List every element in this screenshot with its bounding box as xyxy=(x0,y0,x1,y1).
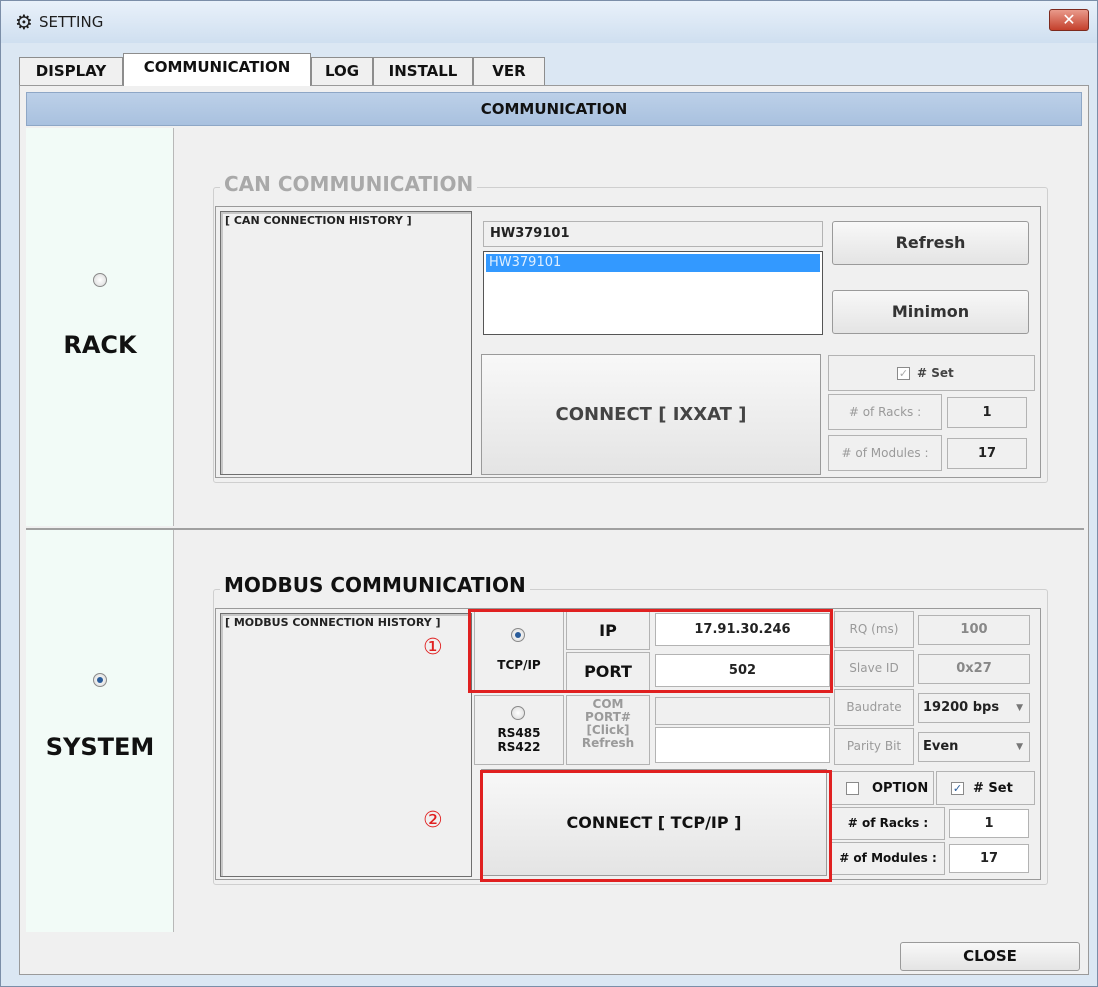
annotation-label-2: ② xyxy=(423,808,443,833)
baudrate-select[interactable]: 19200 bps ▼ xyxy=(918,693,1030,723)
can-history-list[interactable]: [ CAN CONNECTION HISTORY ] xyxy=(220,211,472,475)
can-device-list[interactable]: HW379101 xyxy=(483,251,823,335)
modbus-group-title: MODBUS COMMUNICATION xyxy=(220,573,530,597)
can-group-title: CAN COMMUNICATION xyxy=(220,172,478,196)
system-radio[interactable] xyxy=(93,673,107,687)
rs-radio[interactable] xyxy=(511,706,525,720)
com-port-refresh-cell[interactable]: COM PORT# [Click] Refresh xyxy=(566,695,650,765)
baudrate-value: 19200 bps xyxy=(923,700,1000,715)
option-label: OPTION xyxy=(872,781,929,796)
com-refresh-label: Refresh xyxy=(581,736,635,750)
rack-label: RACK xyxy=(63,331,137,359)
modbus-set-label: # Set xyxy=(973,781,1013,796)
modbus-racks-label: # of Racks : xyxy=(831,807,945,840)
setting-window: ⚙ SETTING ✕ DISPLAY COMMUNICATION LOG IN… xyxy=(0,0,1098,987)
window-close-button[interactable]: ✕ xyxy=(1049,9,1089,31)
connect-ixxat-button[interactable]: CONNECT [ IXXAT ] xyxy=(481,354,821,475)
baudrate-label: Baudrate xyxy=(834,689,914,726)
can-modules-value: 17 xyxy=(947,438,1027,469)
section-divider xyxy=(26,528,1084,530)
com-label: COM xyxy=(592,697,624,711)
chevron-down-icon: ▼ xyxy=(1016,703,1023,713)
slave-id-label: Slave ID xyxy=(834,650,914,687)
slave-id-value: 0x27 xyxy=(918,654,1030,684)
parity-select[interactable]: Even ▼ xyxy=(918,732,1030,762)
chevron-down-icon: ▼ xyxy=(1016,742,1023,752)
gear-icon: ⚙ xyxy=(15,10,33,34)
option-cell: OPTION xyxy=(831,771,934,805)
can-racks-label: # of Racks : xyxy=(828,394,942,430)
rq-value: 100 xyxy=(918,615,1030,645)
tab-log[interactable]: LOG xyxy=(311,57,373,85)
minimon-button[interactable]: Minimon xyxy=(832,290,1029,334)
com-port-input[interactable] xyxy=(655,727,830,763)
annotation-box-2 xyxy=(480,770,832,882)
system-selector-column: SYSTEM xyxy=(26,530,174,932)
window-title: SETTING xyxy=(39,13,104,31)
can-set-checkbox[interactable]: ✓ xyxy=(897,367,910,380)
modbus-racks-input[interactable]: 1 xyxy=(949,809,1029,838)
modbus-modules-input[interactable]: 17 xyxy=(949,844,1029,873)
rack-radio[interactable] xyxy=(93,273,107,287)
can-set-cell: ✓ # Set xyxy=(828,355,1035,391)
title-bar: ⚙ SETTING ✕ xyxy=(1,1,1097,43)
refresh-button[interactable]: Refresh xyxy=(832,221,1029,265)
option-checkbox[interactable] xyxy=(846,782,859,795)
parity-value: Even xyxy=(923,739,959,754)
close-button[interactable]: CLOSE xyxy=(900,942,1080,971)
annotation-label-1: ① xyxy=(423,635,443,660)
can-modules-label: # of Modules : xyxy=(828,435,942,471)
modbus-set-cell: ✓ # Set xyxy=(936,771,1035,805)
can-device-field: HW379101 xyxy=(483,221,823,247)
annotation-box-1 xyxy=(468,609,833,693)
tab-ver[interactable]: VER xyxy=(473,57,545,85)
rs422-label: RS422 xyxy=(497,740,541,754)
modbus-set-checkbox[interactable]: ✓ xyxy=(951,782,964,795)
rs485-label: RS485 xyxy=(497,726,541,740)
com-port-select[interactable] xyxy=(655,697,830,725)
can-set-label: # Set xyxy=(917,366,954,380)
can-device-list-item[interactable]: HW379101 xyxy=(486,254,820,272)
rack-selector-column: RACK xyxy=(26,128,174,526)
can-panel: [ CAN CONNECTION HISTORY ] HW379101 HW37… xyxy=(215,206,1041,478)
communication-panel: COMMUNICATION RACK CAN COMMUNICATION [ C… xyxy=(19,85,1089,975)
tab-communication[interactable]: COMMUNICATION xyxy=(123,53,311,86)
modbus-modules-label: # of Modules : xyxy=(831,842,945,875)
rs-cell: RS485 RS422 xyxy=(474,695,564,765)
parity-label: Parity Bit xyxy=(834,728,914,765)
rq-label: RQ (ms) xyxy=(834,611,914,648)
close-icon: ✕ xyxy=(1062,10,1076,29)
tab-display[interactable]: DISPLAY xyxy=(19,57,123,85)
section-header: COMMUNICATION xyxy=(26,92,1082,126)
can-racks-value: 1 xyxy=(947,397,1027,428)
system-label: SYSTEM xyxy=(45,733,155,761)
tab-install[interactable]: INSTALL xyxy=(373,57,473,85)
